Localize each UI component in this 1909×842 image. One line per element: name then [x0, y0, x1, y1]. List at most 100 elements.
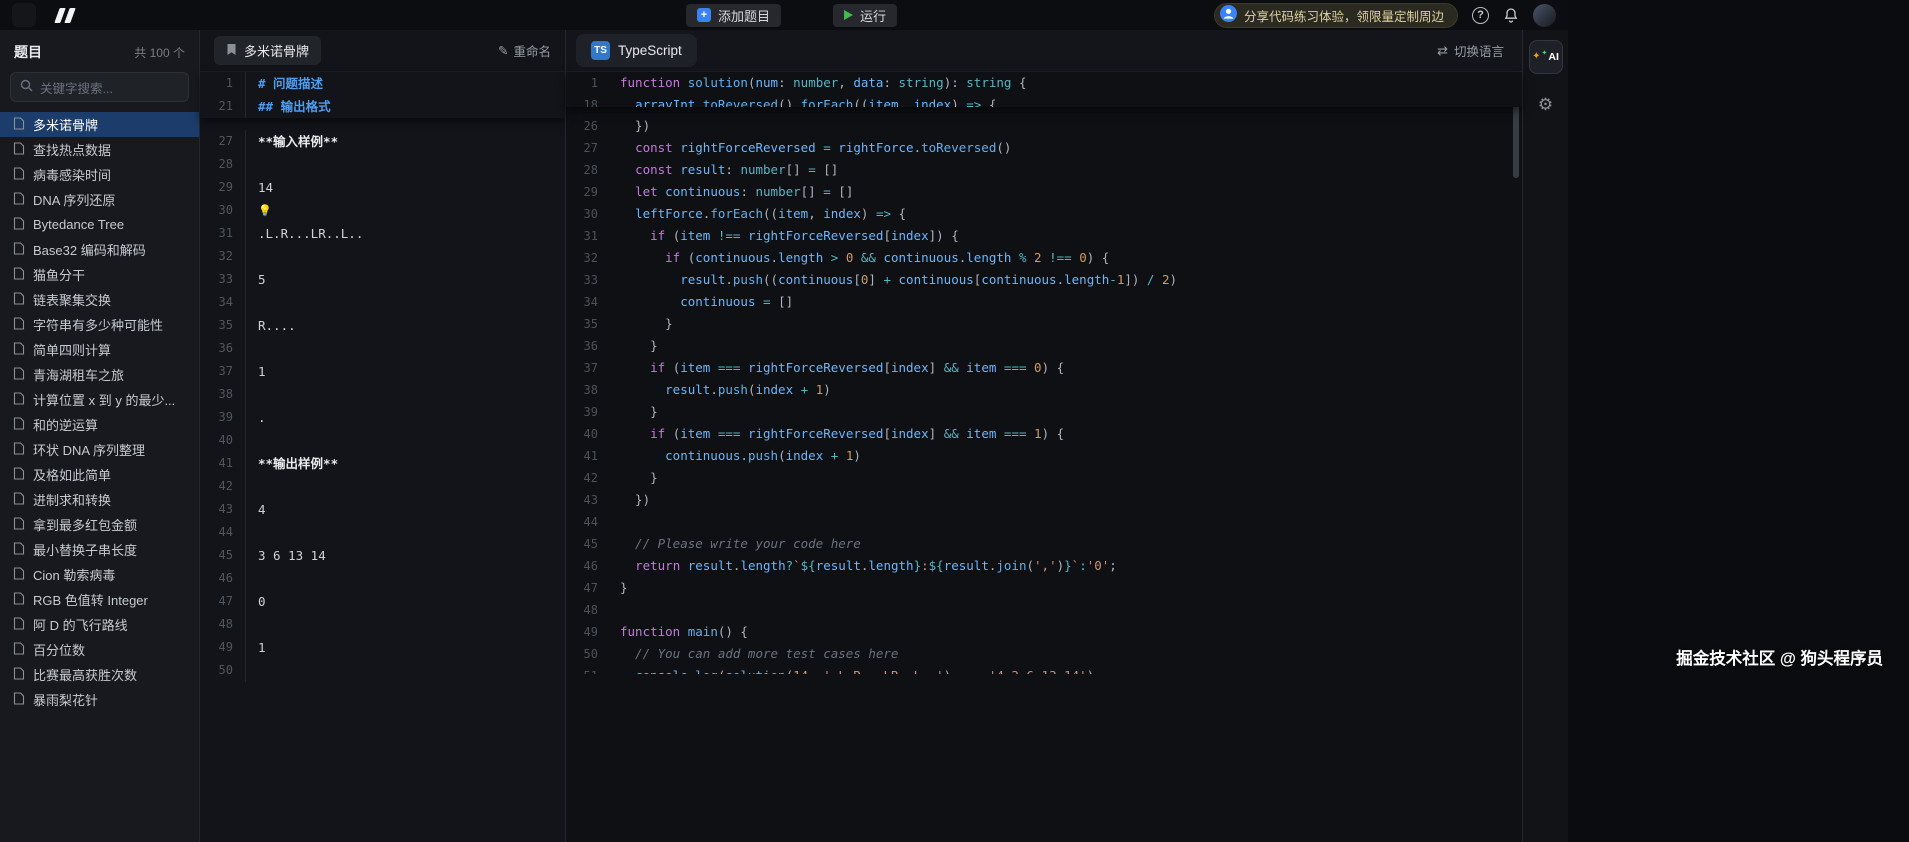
- code-editor[interactable]: 26 })27 const rightForceReversed = right…: [566, 107, 1522, 674]
- sidebar-item-label: 暴雨梨花针: [33, 690, 98, 709]
- sidebar-item[interactable]: Cion 勒索病毒: [0, 562, 199, 587]
- markdown-line: 453 6 13 14: [200, 544, 565, 567]
- line-number: 33: [566, 269, 620, 291]
- sidebar-item[interactable]: 查找热点数据: [0, 137, 199, 162]
- sidebar-item[interactable]: RGB 色值转 Integer: [0, 587, 199, 612]
- line-number: 42: [200, 475, 246, 498]
- rename-label: 重命名: [513, 41, 551, 60]
- markdown-line-text: # 问题描述: [246, 72, 323, 95]
- markdown-editor[interactable]: 27**输入样例**28291430💡31.L.R...LR..L..32335…: [200, 118, 565, 682]
- line-number: 32: [566, 247, 620, 269]
- app-logo-icon[interactable]: [46, 3, 84, 27]
- code-line-text: const rightForceReversed = rightForce.to…: [620, 137, 1011, 159]
- code-line-text: }: [620, 577, 628, 599]
- document-icon: [13, 142, 25, 158]
- document-icon: [13, 217, 25, 233]
- sidebar-item[interactable]: 计算位置 x 到 y 的最少...: [0, 387, 199, 412]
- sidebar-item[interactable]: Base32 编码和解码: [0, 237, 199, 262]
- problem-panel: 多米诺骨牌 ✎ 重命名 1# 问题描述21## 输出格式 27**输入样例**2…: [200, 30, 566, 842]
- watermark: 掘金技术社区 @ 狗头程序员: [1676, 645, 1883, 669]
- sidebar-item[interactable]: 病毒感染时间: [0, 162, 199, 187]
- line-number: 35: [566, 313, 620, 335]
- sidebar-item-label: 百分位数: [33, 640, 85, 659]
- typescript-icon: TS: [591, 41, 610, 60]
- line-number: 28: [200, 153, 246, 176]
- line-number: 30: [566, 203, 620, 225]
- sidebar-item[interactable]: 多米诺骨牌: [0, 112, 199, 137]
- markdown-line-text: 4: [246, 498, 266, 521]
- markdown-line-text: 5: [246, 268, 266, 291]
- line-number: 50: [566, 643, 620, 665]
- help-icon[interactable]: ?: [1472, 7, 1489, 24]
- line-number: 43: [566, 489, 620, 511]
- sidebar-item[interactable]: 最小替换子串长度: [0, 537, 199, 562]
- sidebar-item[interactable]: 和的逆运算: [0, 412, 199, 437]
- ai-assistant-button[interactable]: ✦ ✦ AI: [1529, 40, 1563, 74]
- markdown-line-text: 1: [246, 636, 266, 659]
- sidebar-item-label: 环状 DNA 序列整理: [33, 440, 145, 459]
- sidebar-item[interactable]: 猫鱼分干: [0, 262, 199, 287]
- sidebar-item[interactable]: 暴雨梨花针: [0, 687, 199, 712]
- code-line: 34 continuous = []: [566, 291, 1522, 313]
- user-avatar[interactable]: [1533, 4, 1556, 27]
- markdown-line: 1# 问题描述: [200, 72, 565, 95]
- markdown-line: 30💡: [200, 199, 565, 222]
- sidebar-item-label: 比赛最高获胜次数: [33, 665, 137, 684]
- sidebar-item[interactable]: 链表聚集交换: [0, 287, 199, 312]
- rename-button[interactable]: ✎ 重命名: [498, 41, 551, 60]
- sidebar-item[interactable]: DNA 序列还原: [0, 187, 199, 212]
- code-line: 46 return result.length?`${result.length…: [566, 555, 1522, 577]
- markdown-line-text: [246, 245, 258, 268]
- sidebar-item[interactable]: 字符串有多少种可能性: [0, 312, 199, 337]
- sidebar-item-label: 及格如此简单: [33, 465, 111, 484]
- document-icon: [13, 342, 25, 358]
- code-line: 38 result.push(index + 1): [566, 379, 1522, 401]
- sidebar-item-label: 最小替换子串长度: [33, 540, 137, 559]
- sidebar-item[interactable]: 简单四则计算: [0, 337, 199, 362]
- markdown-line-text: .: [246, 406, 266, 429]
- search-placeholder: 关键字搜索...: [40, 78, 113, 97]
- code-line-text: }: [620, 467, 658, 489]
- sparkle-icon-small: ✦: [1542, 50, 1548, 57]
- sidebar-item[interactable]: 拿到最多红包金额: [0, 512, 199, 537]
- markdown-line: 27**输入样例**: [200, 130, 565, 153]
- sidebar-item[interactable]: 阿 D 的飞行路线: [0, 612, 199, 637]
- tools-icon[interactable]: ⚙: [1529, 88, 1563, 122]
- sidebar-item[interactable]: 及格如此简单: [0, 462, 199, 487]
- sidebar-item[interactable]: 比赛最高获胜次数: [0, 662, 199, 687]
- document-icon: [13, 267, 25, 283]
- add-problem-button[interactable]: + 添加题目: [686, 4, 781, 27]
- sidebar-item-label: Bytedance Tree: [33, 217, 124, 232]
- sidebar-item[interactable]: Bytedance Tree: [0, 212, 199, 237]
- sidebar-item[interactable]: 百分位数: [0, 637, 199, 662]
- search-input[interactable]: 关键字搜索...: [10, 72, 189, 102]
- language-tab-label: TypeScript: [618, 43, 682, 58]
- code-line-text: return result.length?`${result.length}:$…: [620, 555, 1117, 577]
- notifications-icon[interactable]: [1503, 7, 1519, 23]
- sidebar-item[interactable]: 青海湖租车之旅: [0, 362, 199, 387]
- line-number: 40: [200, 429, 246, 452]
- code-line-text: }): [620, 489, 650, 511]
- code-line: 43 }): [566, 489, 1522, 511]
- sidebar-item-label: DNA 序列还原: [33, 190, 115, 209]
- code-line: 31 if (item !== rightForceReversed[index…: [566, 225, 1522, 247]
- document-icon: [13, 117, 25, 133]
- language-tab[interactable]: TS TypeScript: [576, 34, 697, 67]
- sidebar-item[interactable]: 环状 DNA 序列整理: [0, 437, 199, 462]
- line-number: 51: [566, 665, 620, 674]
- line-number: 21: [200, 95, 246, 118]
- code-line: 32 if (continuous.length > 0 && continuo…: [566, 247, 1522, 269]
- markdown-line: 21## 输出格式: [200, 95, 565, 118]
- switch-language-button[interactable]: ⇄ 切换语言: [1437, 41, 1504, 60]
- sidebar-item-list: 多米诺骨牌查找热点数据病毒感染时间 DNA 序列还原 Bytedance Tree B…: [0, 112, 199, 712]
- markdown-line: 38: [200, 383, 565, 406]
- line-number: 50: [200, 659, 246, 682]
- line-number: 38: [200, 383, 246, 406]
- sidebar-item[interactable]: 进制求和转换: [0, 487, 199, 512]
- promo-banner[interactable]: 分享代码练习体验，领限量定制周边: [1214, 3, 1458, 28]
- line-number: 39: [566, 401, 620, 423]
- line-number: 27: [566, 137, 620, 159]
- markdown-line-text: [246, 429, 258, 452]
- run-button[interactable]: 运行: [833, 4, 897, 27]
- markdown-line-text: [246, 337, 258, 360]
